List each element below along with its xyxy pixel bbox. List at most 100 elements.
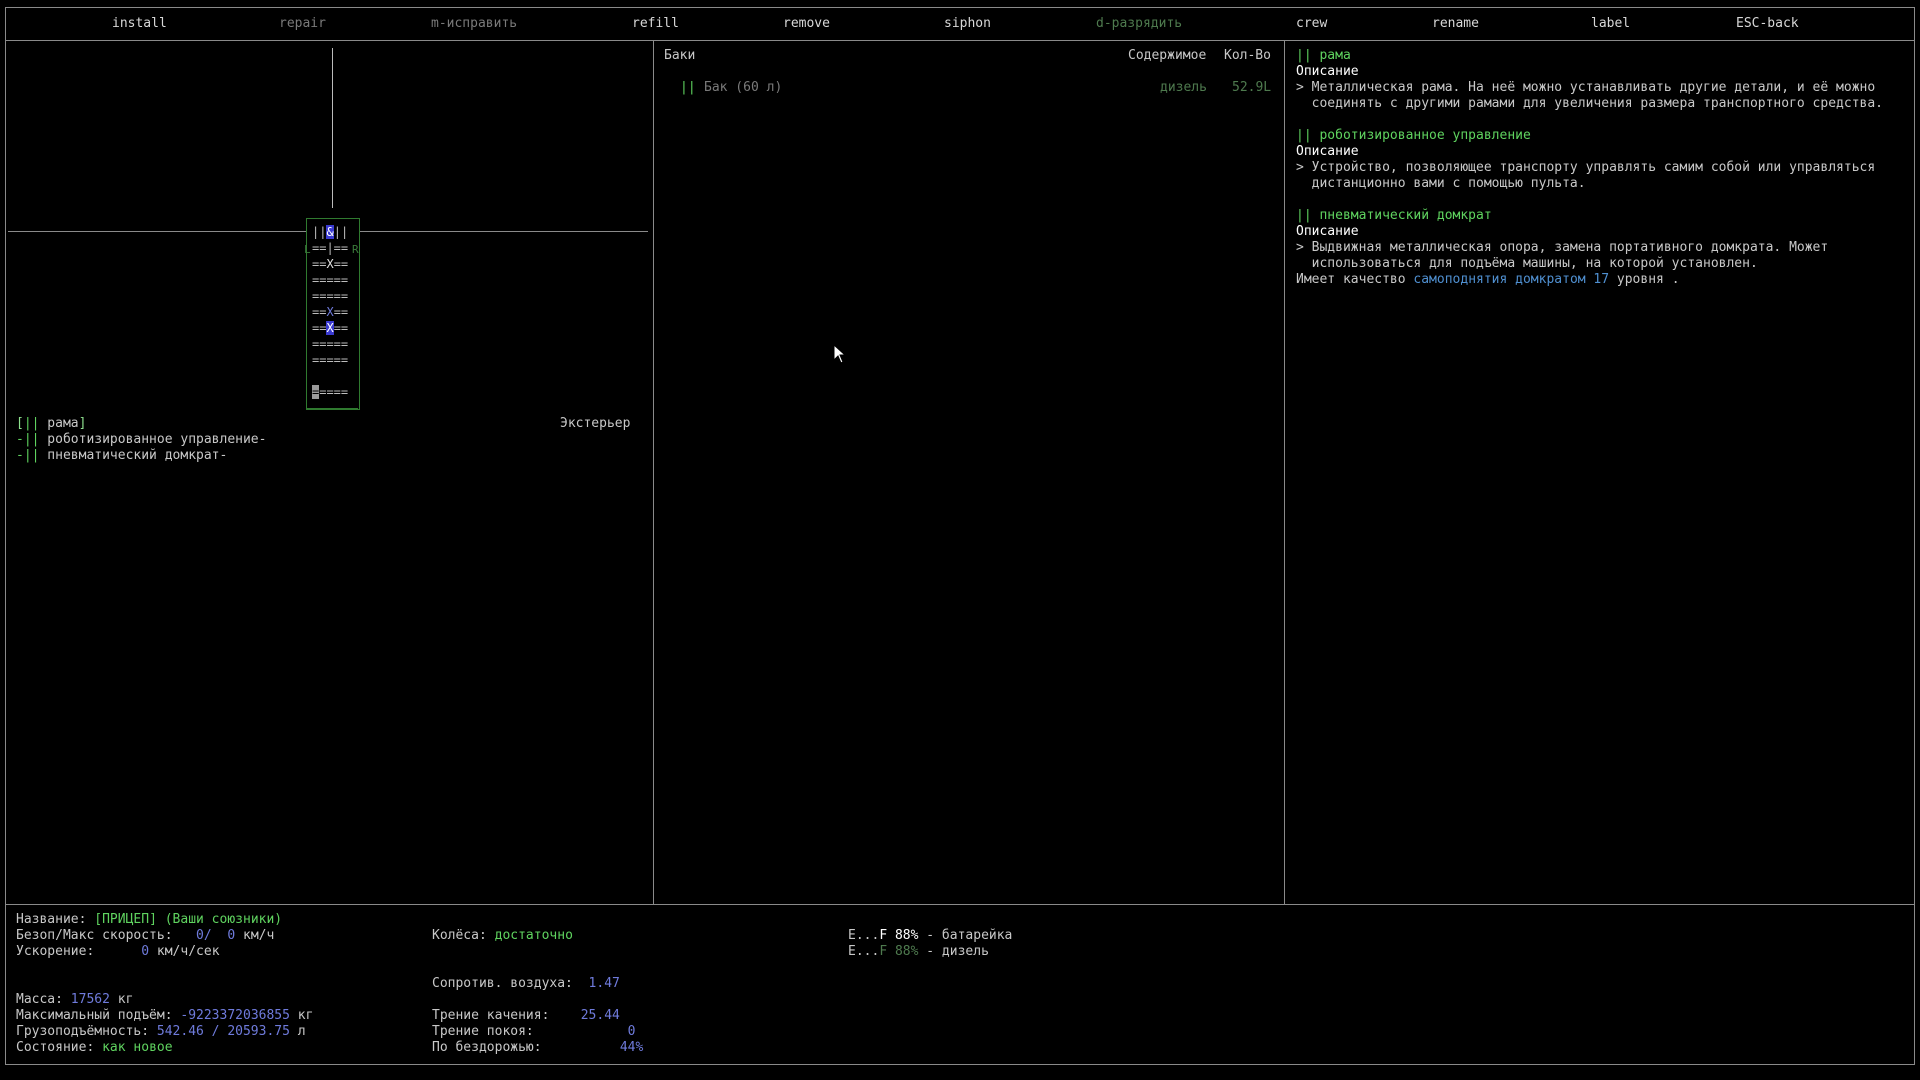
stat-air: Сопротив. воздуха: 1.47	[432, 976, 620, 992]
fuel-gauge-diesel: E...F 88% - дизель	[848, 944, 989, 960]
stat-name-label: Название:	[16, 912, 87, 927]
vehicle-row[interactable]: ==X==	[312, 320, 348, 336]
gauge-name: - батарейка	[926, 928, 1013, 943]
desc-title: || рама	[1296, 48, 1351, 63]
desc-line: > Металлическая рама. На неё можно устан…	[1296, 80, 1876, 95]
stat-cargo-label: Грузоподъёмность:	[16, 1024, 150, 1039]
quality-line: Имеет качество самоподнятия домкратом 17…	[1296, 272, 1680, 288]
vehicle-row[interactable]: ==|==	[312, 240, 348, 256]
mouse-cursor-icon	[833, 344, 847, 364]
part-item-jack[interactable]: -|| пневматический домкрат-	[16, 448, 227, 464]
vehicle-row[interactable]: =====	[312, 384, 348, 400]
vehicle-row[interactable]: ||&||	[312, 224, 348, 240]
desc-title: || роботизированное управление	[1296, 128, 1531, 143]
desc-line: > Выдвижная металлическая опора, замена …	[1296, 240, 1829, 255]
stat-accel-unit: км/ч/сек	[156, 944, 220, 959]
desc-line: соединять с другими рамами для увеличени…	[1296, 96, 1883, 111]
stat-wheels-value: достаточно	[494, 928, 573, 943]
stat-rolling-label: Трение качения:	[432, 1008, 550, 1023]
stat-lift-label: Максимальный подъём:	[16, 1008, 173, 1023]
stat-air-label: Сопротив. воздуха:	[432, 976, 573, 991]
vehicle-row[interactable]: =====	[312, 288, 348, 304]
stat-cargo: Грузоподъёмность: 542.46 / 20593.75 л	[16, 1024, 306, 1040]
stat-cargo-value: 542.46 / 20593.75	[156, 1024, 290, 1039]
gauge-e: E...	[848, 944, 880, 959]
stat-cargo-unit: л	[297, 1024, 306, 1039]
quality-suffix: уровня .	[1609, 272, 1680, 287]
stat-mass-value: 17562	[70, 992, 110, 1007]
desc-title: || пневматический домкрат	[1296, 208, 1492, 223]
remove-button[interactable]: remove	[783, 16, 830, 32]
vehicle-side-left: L	[304, 243, 311, 256]
gauge-percent: 88%	[894, 944, 919, 959]
stat-wheels: Колёса: достаточно	[432, 928, 573, 944]
gauge-f: F	[879, 928, 888, 943]
stat-static-value: 0	[627, 1024, 636, 1039]
stat-accel: Ускорение: 0 км/ч/сек	[16, 944, 220, 960]
stat-mass-label: Масса:	[16, 992, 63, 1007]
gauge-e: E...	[848, 928, 880, 943]
stat-rolling: Трение качения: 25.44	[432, 1008, 620, 1024]
tanks-col-contents: Содержимое	[1128, 48, 1207, 63]
desc-line: > Устройство, позволяющее транспорту упр…	[1296, 160, 1876, 175]
stat-name: Название: [ПРИЦЕП] (Ваши союзники)	[16, 912, 282, 928]
vehicle-row[interactable]: =====	[312, 272, 348, 288]
stat-lift-value: -9223372036855	[180, 1008, 290, 1023]
stat-static-label: Трение покоя:	[432, 1024, 534, 1039]
part-item-frame[interactable]: [|| рама]	[16, 416, 86, 432]
vehicle-side-right: R	[352, 243, 359, 256]
repair-button[interactable]: repair	[279, 16, 326, 32]
stat-rolling-value: 25.44	[580, 1008, 620, 1023]
stat-status: Состояние: как новое	[16, 1040, 173, 1056]
part-item-robot[interactable]: -|| роботизированное управление-	[16, 432, 266, 448]
exterior-label: Экстерьер	[560, 416, 631, 431]
vehicle-row[interactable]: =====	[312, 336, 348, 352]
stat-status-value: как новое	[102, 1040, 173, 1055]
install-button[interactable]: install	[112, 16, 167, 32]
crosshair-horizontal-right	[360, 231, 648, 232]
fuel-gauge-battery: E...F 88% - батарейка	[848, 928, 1012, 944]
stat-speed-label: Безоп/Макс скорость:	[16, 928, 173, 943]
tanks-col-amount: Кол-Во	[1224, 48, 1271, 63]
stat-lift: Максимальный подъём: -9223372036855 кг	[16, 1008, 313, 1024]
gauge-name: - дизель	[926, 944, 989, 959]
crosshair-vertical	[332, 48, 333, 208]
crosshair-horizontal-left	[8, 231, 306, 232]
desc-label: Описание	[1296, 144, 1359, 159]
back-button[interactable]: ESC-back	[1736, 16, 1799, 32]
vehicle-row[interactable]: =====	[312, 352, 348, 368]
crew-button[interactable]: crew	[1296, 16, 1327, 32]
stat-speed-safe: 0/	[196, 928, 212, 943]
tank-marker: ||	[680, 80, 696, 95]
label-button[interactable]: label	[1591, 16, 1630, 32]
stats-divider	[5, 904, 1915, 905]
stat-name-value: [ПРИЦЕП] (Ваши союзники)	[94, 912, 283, 927]
fix-button[interactable]: m-исправить	[431, 16, 517, 32]
refill-button[interactable]: refill	[632, 16, 679, 32]
quality-value: самоподнятия домкратом 17	[1413, 272, 1610, 287]
stat-speed: Безоп/Макс скорость: 0/ 0 км/ч	[16, 928, 274, 944]
stat-mass: Масса: 17562 кг	[16, 992, 133, 1008]
quality-prefix: Имеет качество	[1296, 272, 1414, 287]
desc-line: дистанционно вами с помощью пульта.	[1296, 176, 1586, 191]
stat-speed-max: 0	[227, 928, 236, 943]
desc-label: Описание	[1296, 64, 1359, 79]
panel-divider-left	[653, 40, 654, 904]
discharge-button[interactable]: d-разрядить	[1096, 16, 1182, 32]
stat-status-label: Состояние:	[16, 1040, 95, 1055]
gauge-f: F	[879, 944, 888, 959]
siphon-button[interactable]: siphon	[944, 16, 991, 32]
desc-label: Описание	[1296, 224, 1359, 239]
stat-air-value: 1.47	[588, 976, 620, 991]
stat-offroad-label: По бездорожью:	[432, 1040, 542, 1055]
vehicle-row[interactable]: ==X==	[312, 304, 348, 320]
rename-button[interactable]: rename	[1432, 16, 1479, 32]
stat-offroad: По бездорожью: 44%	[432, 1040, 643, 1056]
panel-divider-right	[1284, 40, 1285, 904]
vehicle-row[interactable]: ==X==	[312, 256, 348, 272]
gauge-percent: 88%	[894, 928, 919, 943]
stat-accel-label: Ускорение:	[16, 944, 95, 959]
tank-amount: 52.9L	[1232, 80, 1272, 95]
stat-speed-unit: км/ч	[243, 928, 275, 943]
stat-accel-value: 0	[141, 944, 150, 959]
